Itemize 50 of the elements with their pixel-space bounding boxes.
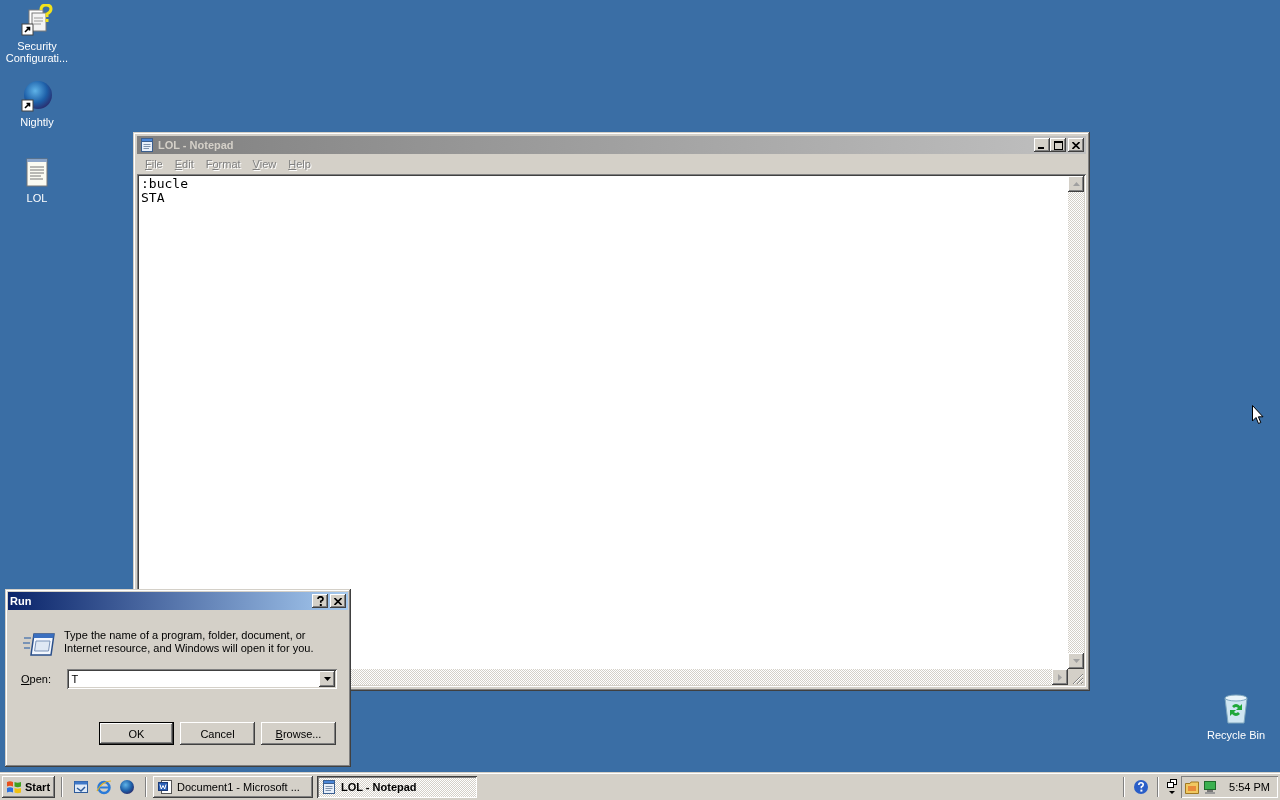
icon-label[interactable]: Security Configurati...: [0, 40, 74, 64]
stacked-windows-icon[interactable]: [1167, 778, 1177, 796]
taskbar-button[interactable]: Document1 - Microsoft ...: [153, 776, 313, 798]
open-label: Open:: [20, 673, 52, 685]
open-combo-box[interactable]: T: [66, 669, 337, 689]
right-arrow-icon: [1058, 673, 1062, 681]
dropdown-button[interactable]: [319, 671, 335, 687]
icon-label[interactable]: Nightly: [20, 116, 54, 128]
notepad-icon: [321, 779, 337, 795]
vertical-scrollbar[interactable]: [1068, 176, 1084, 669]
monitor-icon[interactable]: [1202, 779, 1218, 795]
folder-icon[interactable]: [1184, 779, 1200, 795]
start-button[interactable]: Start: [2, 776, 55, 798]
up-arrow-icon: [1072, 182, 1080, 186]
globe-icon[interactable]: [119, 779, 135, 795]
document-question-icon[interactable]: [21, 4, 53, 36]
scroll-up-button[interactable]: [1068, 176, 1084, 192]
taskbar-button[interactable]: LOL - Notepad: [317, 776, 477, 798]
close-button[interactable]: [330, 594, 346, 608]
down-arrow-icon: [1072, 659, 1080, 663]
notepad-icon: [139, 137, 155, 153]
scroll-down-button[interactable]: [1068, 653, 1084, 669]
icon-label[interactable]: Recycle Bin: [1206, 729, 1266, 741]
document-icon: [157, 779, 173, 795]
help-icon[interactable]: [1133, 779, 1149, 795]
dialog-button[interactable]: Browse...: [261, 722, 336, 745]
window-title: LOL - Notepad: [158, 139, 234, 151]
minimize-button[interactable]: [1034, 138, 1050, 152]
close-icon: [334, 597, 342, 605]
window-icon[interactable]: [73, 779, 89, 795]
window-title: Run: [10, 595, 32, 607]
scroll-right-button[interactable]: [1052, 669, 1068, 685]
maximize-button[interactable]: [1050, 138, 1066, 152]
maximize-icon: [1053, 140, 1063, 150]
window-icon: [23, 631, 55, 657]
dialog-button[interactable]: Cancel: [180, 722, 255, 745]
help-icon: [316, 596, 324, 606]
dropdown-arrow-icon: [323, 677, 331, 681]
clock[interactable]: 5:54 PM: [1229, 781, 1270, 793]
globe-shortcut-icon[interactable]: [21, 80, 53, 112]
help-button[interactable]: [312, 594, 328, 608]
dialog-button[interactable]: OK: [99, 722, 174, 745]
close-icon: [1072, 141, 1080, 149]
document-text: :bucle STA: [140, 176, 189, 206]
windows-flag-icon: [6, 780, 22, 794]
mouse-pointer-icon: [1252, 405, 1264, 424]
close-button[interactable]: [1068, 138, 1084, 152]
browser-icon[interactable]: [96, 779, 112, 795]
size-grip-icon[interactable]: [1072, 673, 1084, 685]
icon-label[interactable]: LOL: [26, 192, 48, 204]
